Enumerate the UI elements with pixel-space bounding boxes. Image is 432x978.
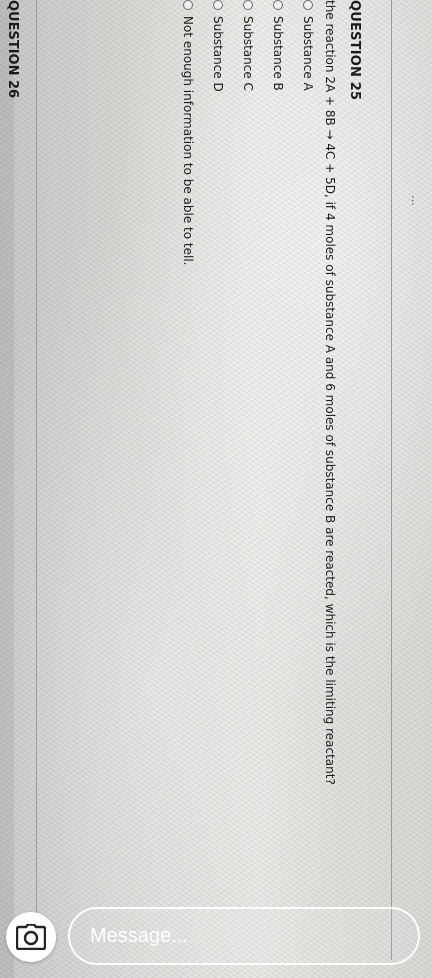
option-label: Substance D: [211, 16, 225, 92]
question-25-title: QUESTION 25: [347, 0, 362, 101]
option-label: Substance B: [271, 16, 285, 91]
radio-icon[interactable]: [183, 0, 193, 10]
question-26-title: QUESTION 26: [5, 0, 20, 99]
option-label: Substance A: [301, 16, 315, 91]
divider: [391, 0, 392, 960]
divider: [36, 0, 37, 960]
message-input-container[interactable]: [68, 907, 420, 965]
quiz-page: … QUESTION 25 the reaction 2A + 8B → 4C …: [0, 0, 432, 978]
option-substance-c[interactable]: Substance C: [241, 0, 255, 91]
radio-icon[interactable]: [273, 0, 283, 10]
option-substance-a[interactable]: Substance A: [301, 0, 315, 91]
question-25-text: the reaction 2A + 8B → 4C + 5D, if 4 mol…: [323, 0, 337, 785]
radio-icon[interactable]: [303, 0, 313, 10]
option-label: Not enough information to be able to tel…: [181, 16, 195, 266]
camera-button[interactable]: [6, 912, 56, 962]
option-substance-b[interactable]: Substance B: [271, 0, 285, 91]
option-label: Substance C: [241, 16, 255, 91]
option-substance-d[interactable]: Substance D: [211, 0, 225, 92]
cut-off-header-text: …: [409, 195, 422, 206]
camera-icon: [16, 924, 46, 950]
radio-icon[interactable]: [213, 0, 223, 10]
message-input[interactable]: [88, 923, 418, 949]
option-not-enough-info[interactable]: Not enough information to be able to tel…: [181, 0, 195, 266]
radio-icon[interactable]: [243, 0, 253, 10]
